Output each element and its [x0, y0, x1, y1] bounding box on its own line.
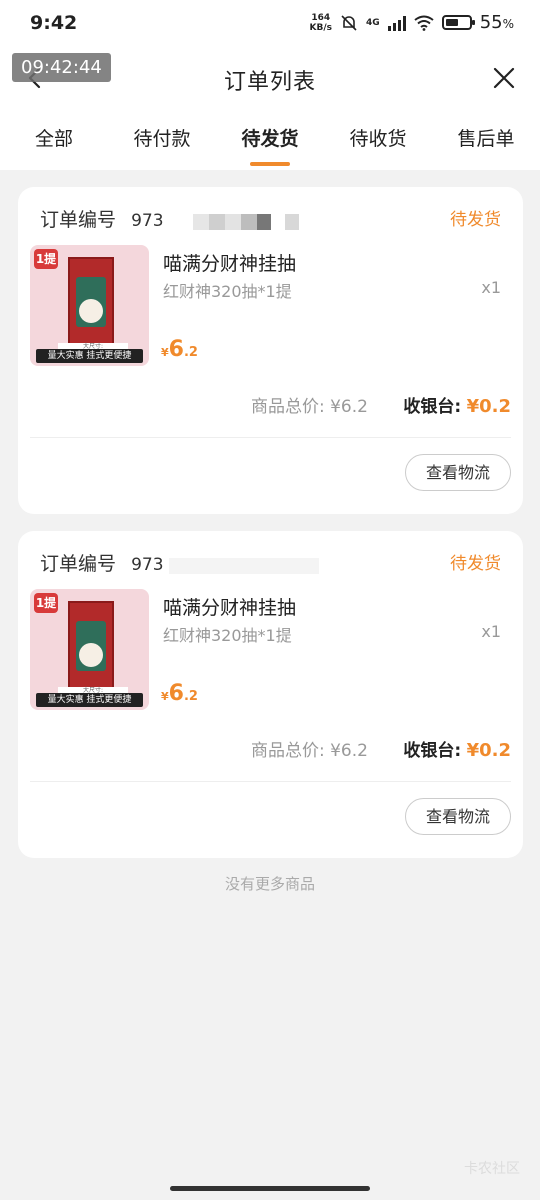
- product-banner: 量大实惠 挂式更便捷: [36, 693, 143, 707]
- order-tabs: 全部 待付款 待发货 待收货 售后单: [0, 108, 540, 170]
- tissue-box-graphic: [68, 601, 114, 691]
- total-value: ¥6.2: [330, 741, 368, 761]
- signal-icon: [387, 15, 406, 31]
- order-number: 973: [131, 211, 164, 231]
- status-time: 9:42: [30, 12, 78, 34]
- order-number-redaction: [169, 211, 299, 230]
- order-totals: 商品总价: ¥6.2 收银台: ¥0.2: [251, 736, 511, 761]
- order-header: 订单编号 973 待发货: [40, 205, 501, 231]
- order-number-label: 订单编号: [40, 209, 117, 231]
- order-card[interactable]: 订单编号 973 待发货 1提 大尺寸: 156mm*170mm 量大实惠 挂式…: [18, 187, 523, 514]
- order-totals: 商品总价: ¥6.2 收银台: ¥0.2: [251, 392, 511, 417]
- order-status: 待发货: [450, 210, 501, 230]
- pay-value: ¥0.2: [466, 396, 511, 417]
- battery-icon: [441, 15, 475, 30]
- product-spec: 红财神320抽*1提: [163, 626, 292, 645]
- order-card[interactable]: 订单编号 973 待发货 1提 大尺寸: 156mm*170mm 量大实惠 挂式…: [18, 531, 523, 858]
- product-tag: 1提: [34, 593, 58, 613]
- product-spec: 红财神320抽*1提: [163, 282, 292, 301]
- network-type: 4G: [366, 17, 380, 28]
- divider: [30, 781, 511, 782]
- total-value: ¥6.2: [330, 397, 368, 417]
- watermark: 卡农社区: [464, 1161, 520, 1177]
- order-number: 973: [131, 555, 164, 575]
- tissue-box-graphic: [68, 257, 114, 347]
- tab-after-sales[interactable]: 售后单: [432, 108, 540, 170]
- product-name[interactable]: 喵满分财神挂抽: [163, 249, 296, 276]
- order-status: 待发货: [450, 554, 501, 574]
- battery-level: [445, 19, 458, 26]
- view-logistics-button[interactable]: 查看物流: [405, 798, 511, 835]
- product-banner: 量大实惠 挂式更便捷: [36, 349, 143, 363]
- order-header: 订单编号 973 待发货: [40, 549, 501, 575]
- status-bar: 9:42 164 KB/s 4G 55%: [0, 0, 540, 50]
- mute-bell-icon: [341, 14, 357, 31]
- close-icon[interactable]: [490, 64, 518, 92]
- no-more-items: 没有更多商品: [224, 875, 315, 893]
- pay-label: 收银台:: [403, 741, 462, 761]
- order-number-label: 订单编号: [40, 553, 117, 575]
- view-logistics-button[interactable]: 查看物流: [405, 454, 511, 491]
- total-label: 商品总价:: [250, 397, 325, 417]
- product-image[interactable]: 1提 大尺寸: 156mm*170mm 量大实惠 挂式更便捷: [30, 589, 149, 710]
- product-image[interactable]: 1提 大尺寸: 156mm*170mm 量大实惠 挂式更便捷: [30, 245, 149, 366]
- wifi-icon: [414, 15, 434, 31]
- tab-pending-receipt[interactable]: 待收货: [324, 108, 432, 170]
- product-tag: 1提: [34, 249, 58, 269]
- product-price: ¥6.2: [161, 681, 198, 706]
- divider: [30, 437, 511, 438]
- tab-all[interactable]: 全部: [0, 108, 108, 170]
- product-quantity: x1: [481, 278, 501, 297]
- pay-value: ¥0.2: [466, 740, 511, 761]
- product-quantity: x1: [481, 622, 501, 641]
- home-indicator[interactable]: [170, 1186, 370, 1191]
- net-speed: 164 KB/s: [310, 13, 332, 33]
- order-number-redaction: [168, 555, 319, 574]
- product-price: ¥6.2: [161, 337, 198, 362]
- pay-label: 收银台:: [403, 397, 462, 417]
- timestamp-overlay: 09:42:44: [12, 53, 111, 82]
- product-name[interactable]: 喵满分财神挂抽: [163, 593, 296, 620]
- status-icons: 164 KB/s 4G 55%: [310, 12, 514, 33]
- net-speed-value: 164: [311, 12, 331, 23]
- tab-pending-shipment[interactable]: 待发货: [216, 108, 324, 170]
- total-label: 商品总价:: [250, 741, 325, 761]
- net-speed-unit: KB/s: [309, 22, 333, 33]
- tab-pending-payment[interactable]: 待付款: [108, 108, 216, 170]
- battery-percent: 55%: [479, 12, 514, 33]
